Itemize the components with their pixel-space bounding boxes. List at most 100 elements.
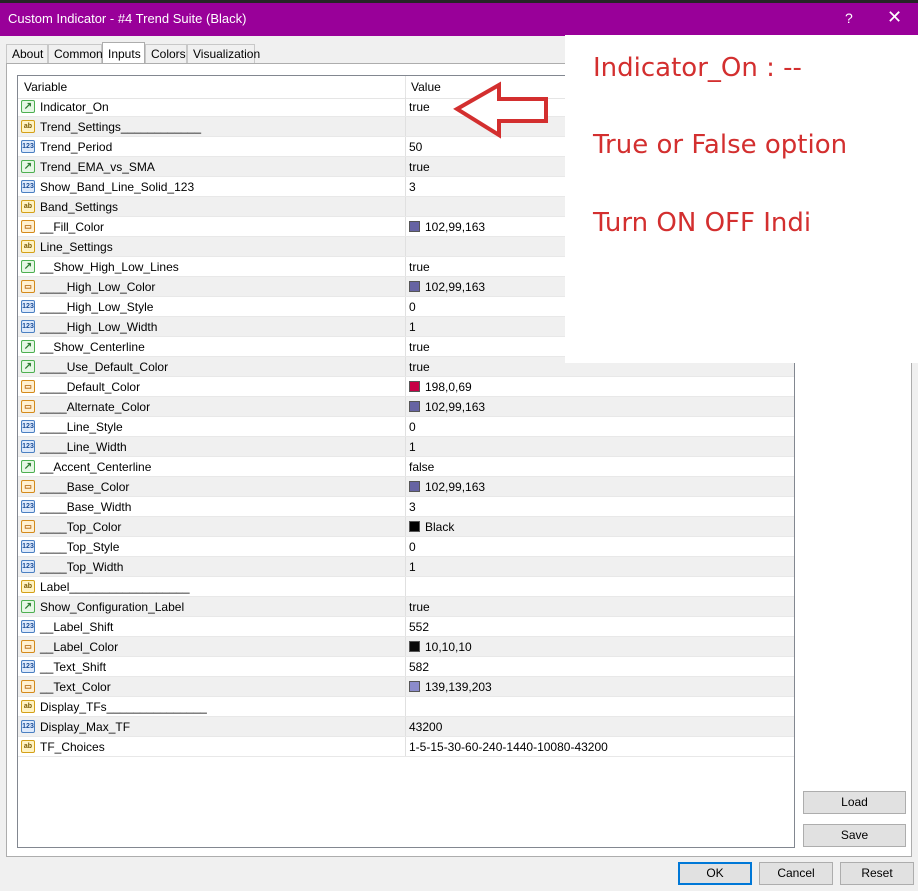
table-row[interactable]: 123 Display_Max_TF 43200 [18,717,794,737]
variable-column-header[interactable]: Variable [24,80,67,94]
value-cell[interactable]: 102,99,163 [409,480,485,494]
load-button[interactable]: Load [803,791,906,814]
value-cell[interactable]: 1 [409,440,416,454]
value-cell[interactable]: 10,10,10 [409,640,472,654]
value-text: 0 [409,300,416,314]
table-row[interactable]: 123 ____Base_Width 3 [18,497,794,517]
value-cell[interactable]: true [409,160,430,174]
variable-name: __Fill_Color [40,220,105,234]
value-cell[interactable]: false [409,460,434,474]
123-icon: 123 [21,420,35,433]
row-divider [405,357,406,376]
value-cell[interactable]: 1-5-15-30-60-240-1440-10080-43200 [409,740,608,754]
table-row[interactable]: 123 ____Line_Width 1 [18,437,794,457]
cancel-button[interactable]: Cancel [759,862,833,885]
123-icon: 123 [21,720,35,733]
ok-button[interactable]: OK [678,862,752,885]
table-row[interactable]: ↗ Show_Configuration_Label true [18,597,794,617]
value-cell[interactable]: 0 [409,420,416,434]
table-row[interactable]: ▭ ____Alternate_Color 102,99,163 [18,397,794,417]
value-cell[interactable]: 102,99,163 [409,220,485,234]
table-row[interactable]: ab Label__________________ [18,577,794,597]
table-row[interactable]: ▭ ____Default_Color 198,0,69 [18,377,794,397]
color-swatch [409,381,420,392]
tab-colors[interactable]: Colors [145,44,187,63]
column-divider[interactable] [405,76,406,98]
table-row[interactable]: ▭ __Label_Color 10,10,10 [18,637,794,657]
table-row[interactable]: ab Display_TFs_______________ [18,697,794,717]
variable-name: __Label_Shift [40,620,114,634]
value-cell[interactable]: 102,99,163 [409,400,485,414]
value-cell[interactable]: Black [409,520,454,534]
tab-common[interactable]: Common [48,44,103,63]
table-row[interactable]: 123 __Label_Shift 552 [18,617,794,637]
value-text: 10,10,10 [425,640,472,654]
reset-button[interactable]: Reset [840,862,914,885]
value-cell[interactable]: 552 [409,620,429,634]
tab-inputs[interactable]: Inputs [102,42,145,64]
color-swatch [409,641,420,652]
value-cell[interactable]: 3 [409,180,416,194]
value-cell[interactable]: true [409,100,430,114]
variable-name: Show_Band_Line_Solid_123 [40,180,195,194]
value-cell[interactable]: 1 [409,560,416,574]
value-text: 102,99,163 [425,400,486,414]
row-divider [405,317,406,336]
close-button[interactable]: ✕ [887,7,902,28]
value-cell[interactable]: true [409,360,430,374]
value-cell[interactable]: 0 [409,300,416,314]
variable-name: ____Line_Width [40,440,127,454]
table-row[interactable]: ab TF_Choices 1-5-15-30-60-240-1440-10080-… [18,737,794,757]
value-cell[interactable]: 1 [409,320,416,334]
value-column-header[interactable]: Value [411,80,441,94]
variable-name: Band_Settings [40,200,119,214]
table-row[interactable]: 123 __Text_Shift 582 [18,657,794,677]
row-divider [405,397,406,416]
table-row[interactable]: ↗ __Accent_Centerline false [18,457,794,477]
table-row[interactable]: 123 ____Top_Width 1 [18,557,794,577]
color-swatch [409,401,420,412]
value-cell[interactable]: 582 [409,660,429,674]
variable-name: Display_Max_TF [40,720,131,734]
bool-icon: ↗ [21,340,35,353]
bool-icon: ↗ [21,460,35,473]
value-cell[interactable]: 0 [409,540,416,554]
value-cell[interactable]: true [409,340,430,354]
color-swatch [409,221,420,232]
123-icon: 123 [21,180,35,193]
variable-name: ____Top_Style [40,540,120,554]
table-row[interactable]: 123 ____Top_Style 0 [18,537,794,557]
value-text: 3 [409,180,416,194]
save-button[interactable]: Save [803,824,906,847]
value-cell[interactable]: 102,99,163 [409,280,485,294]
value-cell[interactable]: true [409,260,430,274]
value-cell[interactable]: 3 [409,500,416,514]
variable-name: ____Line_Style [40,420,123,434]
tab-visualization[interactable]: Visualization [187,44,260,63]
variable-name: Display_TFs_______________ [40,700,207,714]
table-row[interactable]: ▭ ____Top_Color Black [18,517,794,537]
variable-name: Line_Settings [40,240,113,254]
table-row[interactable]: ▭ ____Base_Color 102,99,163 [18,477,794,497]
value-text: 0 [409,540,416,554]
table-row[interactable]: 123 ____Line_Style 0 [18,417,794,437]
color-icon: ▭ [21,400,35,413]
value-cell[interactable]: 43200 [409,720,442,734]
ab-icon: ab [21,240,35,253]
tab-about[interactable]: About [6,44,48,63]
help-button[interactable]: ? [845,10,853,26]
value-text: 50 [409,140,423,154]
variable-name: ____Base_Width [40,500,132,514]
row-divider [405,657,406,676]
row-divider [405,557,406,576]
color-icon: ▭ [21,640,35,653]
table-row[interactable]: ▭ __Text_Color 139,139,203 [18,677,794,697]
value-cell[interactable]: true [409,600,430,614]
value-cell[interactable]: 198,0,69 [409,380,472,394]
123-icon: 123 [21,560,35,573]
value-cell[interactable]: 50 [409,140,422,154]
value-cell[interactable]: 139,139,203 [409,680,492,694]
row-divider [405,217,406,236]
color-icon: ▭ [21,220,35,233]
window-title: Custom Indicator - #4 Trend Suite (Black… [8,11,247,26]
